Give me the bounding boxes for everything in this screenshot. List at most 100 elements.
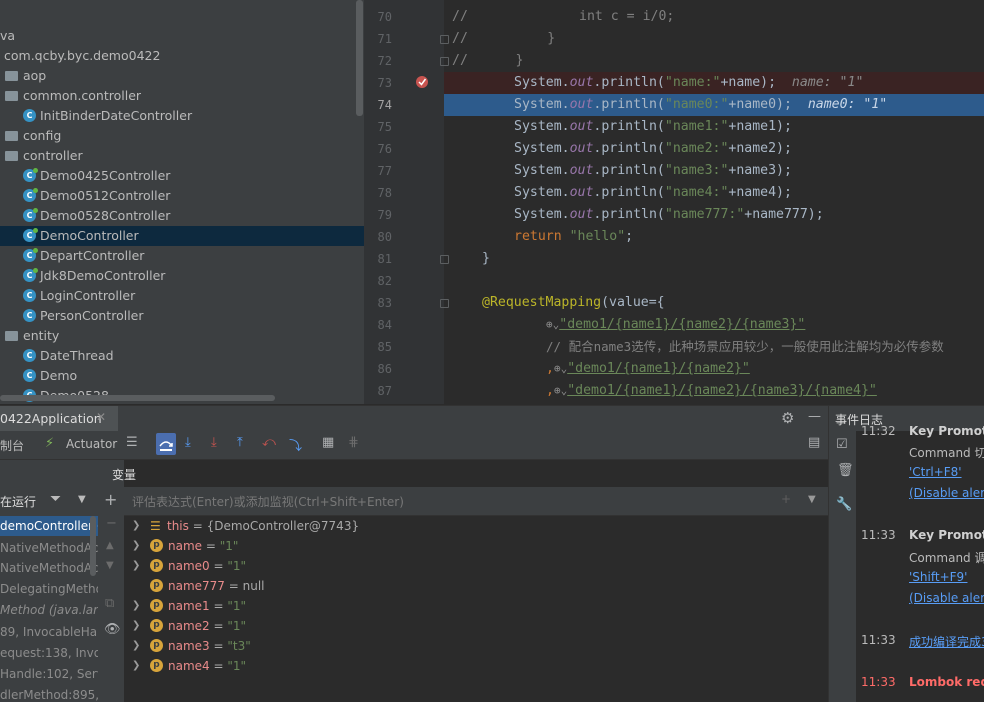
url-globe-icon[interactable]: ⊕⌄ bbox=[546, 318, 559, 331]
actuator-tab[interactable]: Actuator bbox=[66, 437, 117, 451]
move-up-icon[interactable]: ▲ bbox=[106, 540, 114, 551]
tree-horizontal-scrollbar[interactable] bbox=[0, 395, 275, 401]
spring-class-icon: C bbox=[23, 248, 38, 262]
tree-item-demo0512[interactable]: C Demo0512Controller bbox=[0, 186, 364, 206]
wrench-icon[interactable]: 🔧 bbox=[836, 497, 852, 512]
tree-item-login[interactable]: C LoginController bbox=[0, 286, 364, 306]
add-watch-icon[interactable]: + bbox=[104, 490, 117, 509]
stack-frame[interactable]: equest:138, Invoc bbox=[0, 643, 98, 663]
tab-application[interactable]: 0422Application ✕ bbox=[0, 406, 118, 432]
tree-item-config[interactable]: config bbox=[0, 126, 364, 146]
code-token: +name3); bbox=[728, 163, 792, 178]
drop-frame-icon[interactable]: ⤺ bbox=[262, 435, 276, 450]
project-tree[interactable]: va com.qcby.byc.demo0422 aop common.cont… bbox=[0, 0, 364, 404]
stack-frame[interactable]: 89, InvocableHan bbox=[0, 622, 98, 642]
breakpoint-icon[interactable] bbox=[416, 76, 428, 88]
stack-frame[interactable]: Handle:102, Servle bbox=[0, 664, 98, 684]
evaluate-icon[interactable]: ▦ bbox=[322, 435, 334, 450]
expand-arrow-icon[interactable]: ❯ bbox=[132, 616, 140, 636]
tree-item-aop[interactable]: aop bbox=[0, 66, 364, 86]
url-link[interactable]: "demo1/{name1}/{name2}" bbox=[567, 361, 750, 376]
tree-item-demo[interactable]: C Demo bbox=[0, 366, 364, 386]
fold-marker-icon[interactable] bbox=[440, 57, 449, 66]
run-to-cursor-icon[interactable]: ⤵ bbox=[289, 435, 302, 454]
class-icon: C bbox=[23, 369, 36, 382]
tree-item-datethread[interactable]: C DateThread bbox=[0, 346, 364, 366]
move-down-icon[interactable]: ▼ bbox=[106, 560, 114, 571]
filter-icon[interactable]: ⏷ bbox=[50, 491, 61, 507]
step-out-icon[interactable]: ⤒ bbox=[237, 435, 243, 450]
tree-item-entity[interactable]: entity bbox=[0, 326, 364, 346]
thread-selector[interactable]: 在运行 bbox=[0, 493, 36, 510]
step-over-button[interactable] bbox=[156, 433, 176, 455]
fold-marker-icon[interactable] bbox=[440, 299, 449, 308]
frames-panel[interactable]: 在运行 ⏷ ▼ demoController (c NativeMethodAc… bbox=[0, 460, 99, 702]
log-link[interactable]: 成功编译完成3 bbox=[909, 633, 984, 650]
step-into-icon[interactable]: ⤓ bbox=[185, 435, 191, 450]
trace-icon[interactable]: ⋕ bbox=[348, 435, 359, 450]
log-time: 11:33 bbox=[861, 528, 896, 542]
trash-icon[interactable]: 🗑 bbox=[837, 463, 854, 478]
close-icon[interactable]: ✕ bbox=[96, 410, 106, 424]
stack-frame[interactable]: Method (java.lan bbox=[0, 600, 98, 620]
log-link[interactable]: 'Ctrl+F8' bbox=[909, 465, 962, 479]
code-token: out bbox=[569, 119, 594, 134]
stack-frame[interactable]: NativeMethodAcc bbox=[0, 558, 98, 578]
expand-arrow-icon[interactable]: ❯ bbox=[132, 556, 140, 576]
log-link[interactable]: (Disable alert bbox=[909, 591, 984, 605]
expand-arrow-icon[interactable]: ❯ bbox=[132, 536, 140, 556]
remove-icon[interactable]: − bbox=[106, 516, 117, 531]
log-link[interactable]: 'Shift+F9' bbox=[909, 570, 967, 584]
code-token: .println( bbox=[593, 75, 665, 90]
line-number: 83 bbox=[377, 296, 392, 310]
tree-item-common-controller[interactable]: common.controller bbox=[0, 86, 364, 106]
force-step-into-icon[interactable]: ⤓ bbox=[211, 435, 217, 450]
tree-item-initbinder[interactable]: C InitBinderDateController bbox=[0, 106, 364, 126]
expand-arrow-icon[interactable]: ❯ bbox=[132, 656, 140, 676]
stack-frame[interactable]: demoController (c bbox=[0, 516, 98, 536]
url-link[interactable]: "demo1/{name1}/{name2}/{name3}/{name4}" bbox=[567, 383, 877, 398]
history-dropdown-icon[interactable]: ▼ bbox=[808, 494, 816, 505]
url-globe-icon[interactable]: ⊕⌄ bbox=[554, 384, 567, 397]
url-link[interactable]: "demo1/{name1}/{name2}/{name3}" bbox=[559, 317, 805, 332]
fold-marker-icon[interactable] bbox=[440, 35, 449, 44]
code-token: .println( bbox=[593, 207, 665, 222]
tree-item-democontroller[interactable]: C DemoController bbox=[0, 226, 364, 246]
expand-arrow-icon[interactable]: ❯ bbox=[132, 516, 140, 536]
code-token: @RequestMapping bbox=[482, 295, 602, 310]
stack-frame[interactable]: DelegatingMetho bbox=[0, 579, 98, 599]
tab-label: 0422Application bbox=[0, 411, 102, 426]
mark-read-icon[interactable]: ☑ bbox=[836, 437, 848, 452]
tree-item-label: InitBinderDateController bbox=[40, 108, 193, 123]
watch-input[interactable]: 评估表达式(Enter)或添加监视(Ctrl+Shift+Enter) + ▼ bbox=[124, 487, 828, 516]
fold-marker-icon[interactable] bbox=[440, 255, 449, 264]
url-globe-icon[interactable]: ⊕⌄ bbox=[554, 362, 567, 375]
gear-icon[interactable]: ⚙ bbox=[781, 409, 794, 427]
console-tab[interactable]: 制台 bbox=[0, 437, 24, 454]
eye-icon[interactable]: 👁 bbox=[104, 622, 121, 637]
minimize-icon[interactable]: — bbox=[808, 409, 821, 424]
tree-item-depart[interactable]: C DepartController bbox=[0, 246, 364, 266]
tree-item-jdk8demo[interactable]: C Jdk8DemoController bbox=[0, 266, 364, 286]
class-icon: C bbox=[23, 349, 36, 362]
log-link[interactable]: (Disable alert bbox=[909, 486, 984, 500]
tree-item-demo0528[interactable]: C Demo0528Controller bbox=[0, 206, 364, 226]
code-token: "hello" bbox=[569, 229, 626, 244]
expand-arrow-icon[interactable]: ❯ bbox=[132, 596, 140, 616]
layout-icon[interactable]: ▤ bbox=[808, 435, 820, 450]
copy-icon[interactable]: ⧉ bbox=[105, 596, 114, 611]
tree-vertical-scrollbar[interactable] bbox=[356, 0, 363, 116]
expand-arrow-icon[interactable]: ❯ bbox=[132, 636, 140, 656]
tree-item-person[interactable]: C PersonController bbox=[0, 306, 364, 326]
tree-item-package[interactable]: com.qcby.byc.demo0422 bbox=[0, 46, 364, 66]
tree-item-java[interactable]: va bbox=[0, 26, 364, 46]
code-token: System. bbox=[514, 163, 570, 178]
add-to-watches-icon[interactable]: + bbox=[781, 492, 791, 506]
chevron-down-icon[interactable]: ▼ bbox=[78, 494, 86, 505]
stack-frame[interactable]: dlerMethod:895, I bbox=[0, 685, 98, 702]
stack-frame[interactable]: NativeMethodAcc bbox=[0, 538, 98, 558]
tree-item-controller[interactable]: controller bbox=[0, 146, 364, 166]
tree-item-demo0425[interactable]: C Demo0425Controller bbox=[0, 166, 364, 186]
menu-lines-icon[interactable]: ☰ bbox=[126, 435, 138, 450]
frames-scrollbar[interactable] bbox=[90, 516, 96, 576]
